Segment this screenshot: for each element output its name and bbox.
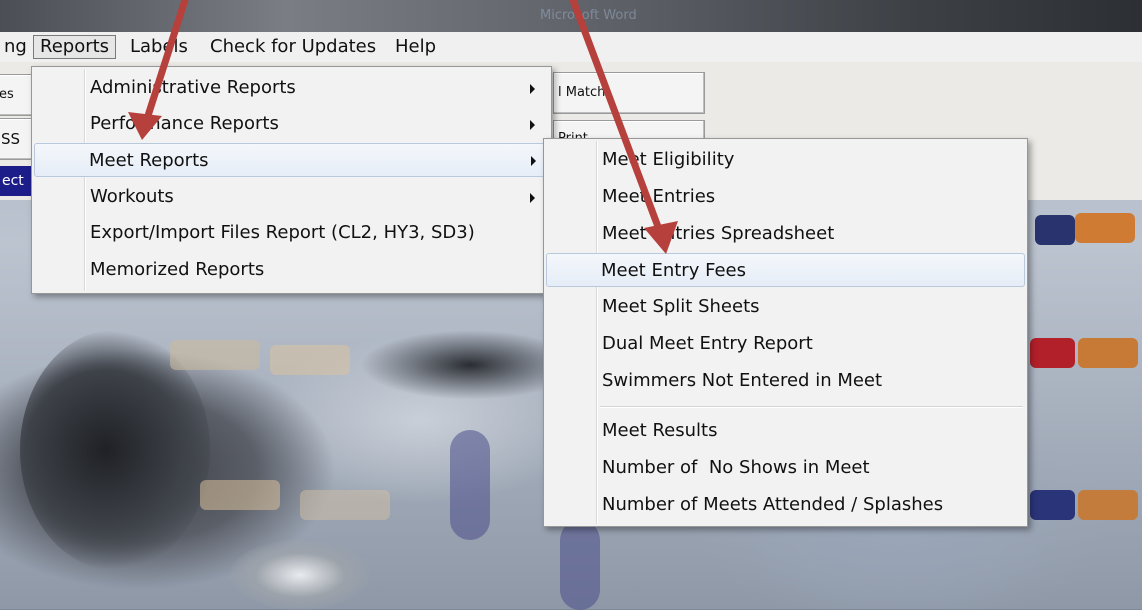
menu-item-label: Meet Results [602, 420, 718, 441]
menu-item-memorized-reports[interactable]: Memorized Reports [34, 253, 549, 287]
menu-item-label: Workouts [90, 186, 174, 207]
submenu-arrow-icon [530, 193, 535, 203]
menu-labels[interactable]: Labels [124, 36, 194, 58]
menu-item-label: Swimmers Not Entered in Meet [602, 370, 883, 391]
menu-item-export-import-files-report[interactable]: Export/Import Files Report (CL2, HY3, SD… [34, 216, 549, 250]
menu-item-meet-entries-spreadsheet[interactable]: Meet Entries Spreadsheet [546, 217, 1025, 251]
menu-item-label: Meet Reports [89, 150, 209, 171]
menu-item-label: Performance Reports [90, 113, 279, 134]
window-title: Microsoft Word [540, 8, 637, 23]
submenu-arrow-icon [530, 84, 535, 94]
menu-item-meet-reports[interactable]: Meet Reports [34, 143, 549, 177]
menu-check-for-updates[interactable]: Check for Updates [204, 36, 382, 58]
menu-item-administrative-reports[interactable]: Administrative Reports [34, 71, 549, 105]
menu-item-workouts[interactable]: Workouts [34, 180, 549, 214]
menu-setup[interactable]: ng [0, 36, 33, 58]
menu-bar: ng Reports Labels Check for Updates Help [0, 32, 1142, 63]
menu-item-number-of-meets-attended-splashes[interactable]: Number of Meets Attended / Splashes [546, 488, 1025, 522]
menu-item-label: Number of No Shows in Meet [602, 457, 870, 478]
menu-item-number-of-no-shows-in-meet[interactable]: Number of No Shows in Meet [546, 451, 1025, 485]
menu-item-meet-split-sheets[interactable]: Meet Split Sheets [546, 290, 1025, 324]
menu-item-label: Administrative Reports [90, 77, 296, 98]
meet-reports-submenu: Meet Eligibility Meet Entries Meet Entri… [543, 138, 1028, 527]
menu-item-label: Dual Meet Entry Report [602, 333, 813, 354]
window-title-bar: Microsoft Word [0, 0, 1142, 32]
menu-reports[interactable]: Reports [33, 35, 117, 59]
menu-help[interactable]: Help [389, 36, 442, 58]
submenu-arrow-icon [531, 156, 536, 166]
menu-item-swimmers-not-entered-in-meet[interactable]: Swimmers Not Entered in Meet [546, 364, 1025, 398]
toolbar-button-match[interactable]: l Match [553, 72, 705, 114]
menu-item-dual-meet-entry-report[interactable]: Dual Meet Entry Report [546, 327, 1025, 361]
menu-item-label: Memorized Reports [90, 259, 265, 280]
menu-item-label: Meet Entries [602, 186, 716, 207]
menu-item-meet-entry-fees[interactable]: Meet Entry Fees [546, 253, 1025, 287]
reports-menu: Administrative Reports Performance Repor… [31, 66, 552, 294]
menu-item-label: Meet Eligibility [602, 149, 735, 170]
menu-item-label: Number of Meets Attended / Splashes [602, 494, 944, 515]
menu-separator [600, 406, 1023, 408]
menu-item-label: Meet Entries Spreadsheet [602, 223, 835, 244]
menu-item-meet-eligibility[interactable]: Meet Eligibility [546, 143, 1025, 177]
menu-item-meet-entries[interactable]: Meet Entries [546, 180, 1025, 214]
submenu-arrow-icon [530, 120, 535, 130]
menu-item-performance-reports[interactable]: Performance Reports [34, 107, 549, 141]
menu-item-meet-results[interactable]: Meet Results [546, 414, 1025, 448]
menu-item-label: Meet Split Sheets [602, 296, 760, 317]
menu-item-label: Meet Entry Fees [601, 260, 746, 281]
menu-item-label: Export/Import Files Report (CL2, HY3, SD… [90, 222, 475, 243]
